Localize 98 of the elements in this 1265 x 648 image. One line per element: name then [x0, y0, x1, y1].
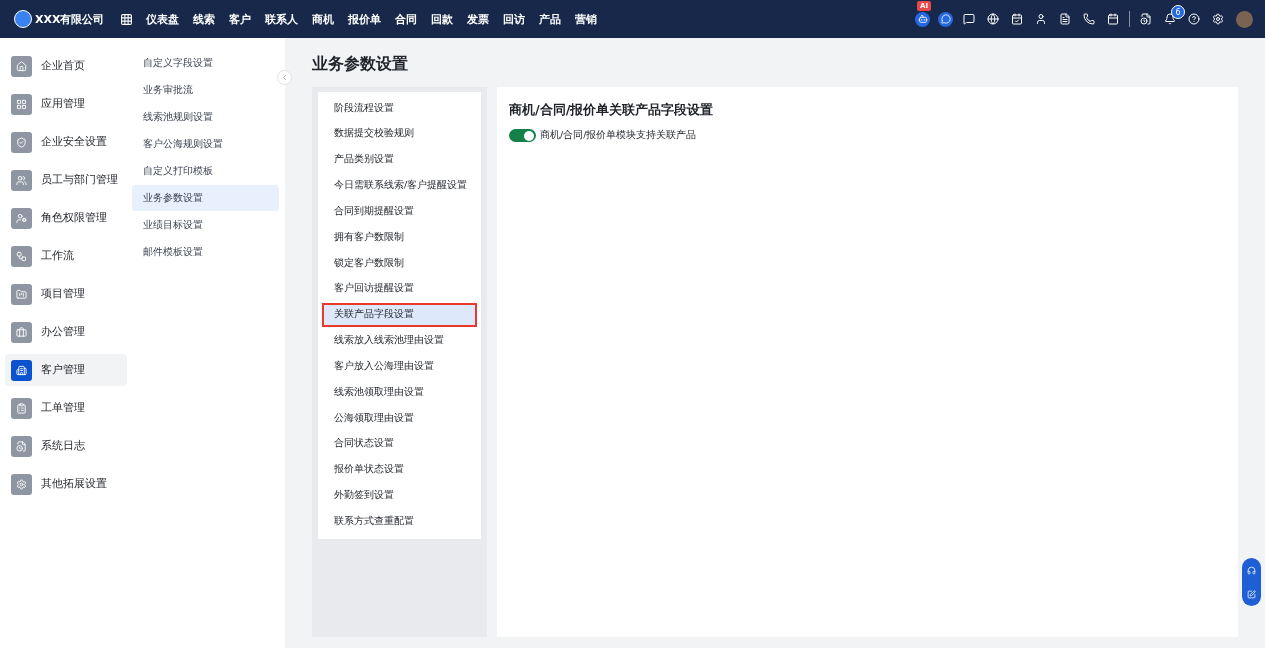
headset-icon[interactable] — [1247, 565, 1256, 575]
sidebar-item[interactable]: 其他拓展设置 — [5, 468, 127, 500]
card-title: 商机/合同/报价单关联产品字段设置 — [509, 101, 715, 119]
settings-list-item[interactable]: 产品类别设置 — [322, 147, 477, 172]
sidebar-item[interactable]: 角色权限管理 — [5, 202, 127, 234]
sidebar-item[interactable]: 企业安全设置 — [5, 126, 127, 158]
module-icon — [11, 207, 32, 229]
settings-list-item[interactable]: 线索放入线索池理由设置 — [322, 328, 477, 353]
robot-icon[interactable] — [915, 11, 930, 27]
module-icon — [11, 435, 32, 457]
module-icon — [11, 359, 32, 381]
sidebar-item-label: 企业安全设置 — [41, 135, 107, 149]
settings-list-item[interactable]: 公海领取理由设置 — [322, 406, 477, 431]
settings-list-item[interactable]: 数据提交校验规则 — [322, 121, 477, 146]
nav-link[interactable]: 发票 — [460, 11, 497, 27]
module-icon — [11, 169, 32, 191]
settings-list-item[interactable]: 客户放入公海理由设置 — [322, 354, 477, 379]
sidebar-item[interactable]: 办公管理 — [5, 316, 127, 348]
settings-list-item[interactable]: 关联产品字段设置 — [322, 302, 477, 327]
settings-list-item[interactable]: 联系方式查重配置 — [322, 509, 477, 534]
sidebar-item-label: 系统日志 — [41, 439, 85, 453]
submenu-item[interactable]: 线索池规则设置 — [132, 104, 279, 130]
company-name: XXX有限公司 — [35, 11, 105, 27]
sidebar-item-label: 客户管理 — [41, 363, 85, 377]
nav-link[interactable]: 回款 — [424, 11, 461, 27]
comment-icon[interactable] — [963, 13, 975, 25]
settings-list-item[interactable]: 客户回访提醒设置 — [322, 276, 477, 301]
calendar-icon[interactable] — [1107, 13, 1119, 25]
sidebar-item[interactable]: 系统日志 — [5, 430, 127, 462]
chevron-left-icon — [280, 73, 289, 82]
settings-list-item[interactable]: 今日需联系线索/客户提醒设置 — [322, 173, 477, 198]
toggle-switch[interactable] — [509, 129, 536, 142]
sidebar-item-label: 工单管理 — [41, 401, 85, 415]
module-icon — [11, 245, 32, 267]
module-icon — [11, 473, 32, 495]
notification-count: 6 — [1171, 5, 1185, 19]
help-icon[interactable] — [1188, 13, 1200, 25]
module-icon — [11, 131, 32, 153]
settings-list-item[interactable]: 合同到期提醒设置 — [322, 199, 477, 224]
document-clock-icon[interactable] — [1140, 13, 1152, 25]
sidebar-item[interactable]: 客户管理 — [5, 354, 127, 386]
sidebar-item-label: 应用管理 — [41, 97, 85, 111]
logo-icon — [14, 10, 32, 28]
settings-list-item[interactable]: 拥有客户数限制 — [322, 225, 477, 250]
module-icon — [11, 321, 32, 343]
settings-list-item[interactable]: 报价单状态设置 — [322, 457, 477, 482]
nav-link[interactable]: 线索 — [186, 11, 223, 27]
submenu-item[interactable]: 自定义字段设置 — [132, 50, 279, 76]
apps-grid-icon[interactable] — [120, 12, 134, 26]
sidebar-item-label: 办公管理 — [41, 325, 85, 339]
sidebar-item-label: 其他拓展设置 — [41, 477, 107, 491]
edit-icon[interactable] — [1247, 589, 1256, 599]
phone-icon[interactable] — [1083, 13, 1095, 25]
sidebar-item[interactable]: 应用管理 — [5, 88, 127, 120]
nav-link[interactable]: 营销 — [568, 11, 605, 27]
settings-list-item[interactable]: 外勤签到设置 — [322, 483, 477, 508]
sidebar-item-label: 企业首页 — [41, 59, 85, 73]
nav-link[interactable]: 客户 — [222, 11, 259, 27]
settings-icon[interactable] — [1212, 13, 1224, 25]
nav-link[interactable]: 报价单 — [341, 11, 389, 27]
user-icon[interactable] — [1035, 13, 1047, 25]
nav-link[interactable]: 产品 — [532, 11, 569, 27]
submenu-item[interactable]: 自定义打印模板 — [132, 158, 279, 184]
submenu-item[interactable]: 业绩目标设置 — [132, 212, 279, 238]
module-icon — [11, 283, 32, 305]
module-icon — [11, 93, 32, 115]
sidebar-item[interactable]: 工单管理 — [5, 392, 127, 424]
sidebar-item-label: 角色权限管理 — [41, 211, 107, 225]
calendar-check-icon[interactable] — [1011, 13, 1023, 25]
nav-link[interactable]: 仪表盘 — [139, 11, 187, 27]
avatar[interactable] — [1236, 10, 1253, 28]
settings-list-item[interactable]: 阶段流程设置 — [322, 96, 477, 120]
module-icon — [11, 55, 32, 77]
settings-list-item[interactable]: 线索池领取理由设置 — [322, 380, 477, 405]
nav-link[interactable]: 合同 — [388, 11, 425, 27]
sidebar-item[interactable]: 企业首页 — [5, 50, 127, 82]
globe-icon[interactable] — [987, 13, 999, 25]
settings-list-item[interactable]: 锁定客户数限制 — [322, 251, 477, 276]
submenu-item[interactable]: 业务审批流 — [132, 77, 279, 103]
sidebar-item-label: 项目管理 — [41, 287, 85, 301]
bell-icon[interactable] — [1164, 13, 1176, 25]
settings-list-item[interactable]: 合同状态设置 — [322, 431, 477, 456]
submenu-item[interactable]: 业务参数设置 — [132, 185, 279, 211]
document-icon[interactable] — [1059, 13, 1071, 25]
sidebar-item-label: 工作流 — [41, 249, 74, 263]
nav-link[interactable]: 回访 — [496, 11, 533, 27]
nav-link[interactable]: 联系人 — [258, 11, 306, 27]
sidebar-item[interactable]: 项目管理 — [5, 278, 127, 310]
nav-link[interactable]: 商机 — [305, 11, 342, 27]
toggle-label: 商机/合同/报价单模块支持关联产品 — [540, 129, 697, 142]
sidebar-item-label: 员工与部门管理 — [41, 173, 118, 187]
sidebar-item[interactable]: 工作流 — [5, 240, 127, 272]
page-title: 业务参数设置 — [312, 54, 409, 75]
sidebar-item[interactable]: 员工与部门管理 — [5, 164, 127, 196]
submenu-item[interactable]: 客户公海规则设置 — [132, 131, 279, 157]
submenu-item[interactable]: 邮件模板设置 — [132, 239, 279, 265]
chat-icon[interactable] — [938, 11, 953, 27]
module-icon — [11, 397, 32, 419]
